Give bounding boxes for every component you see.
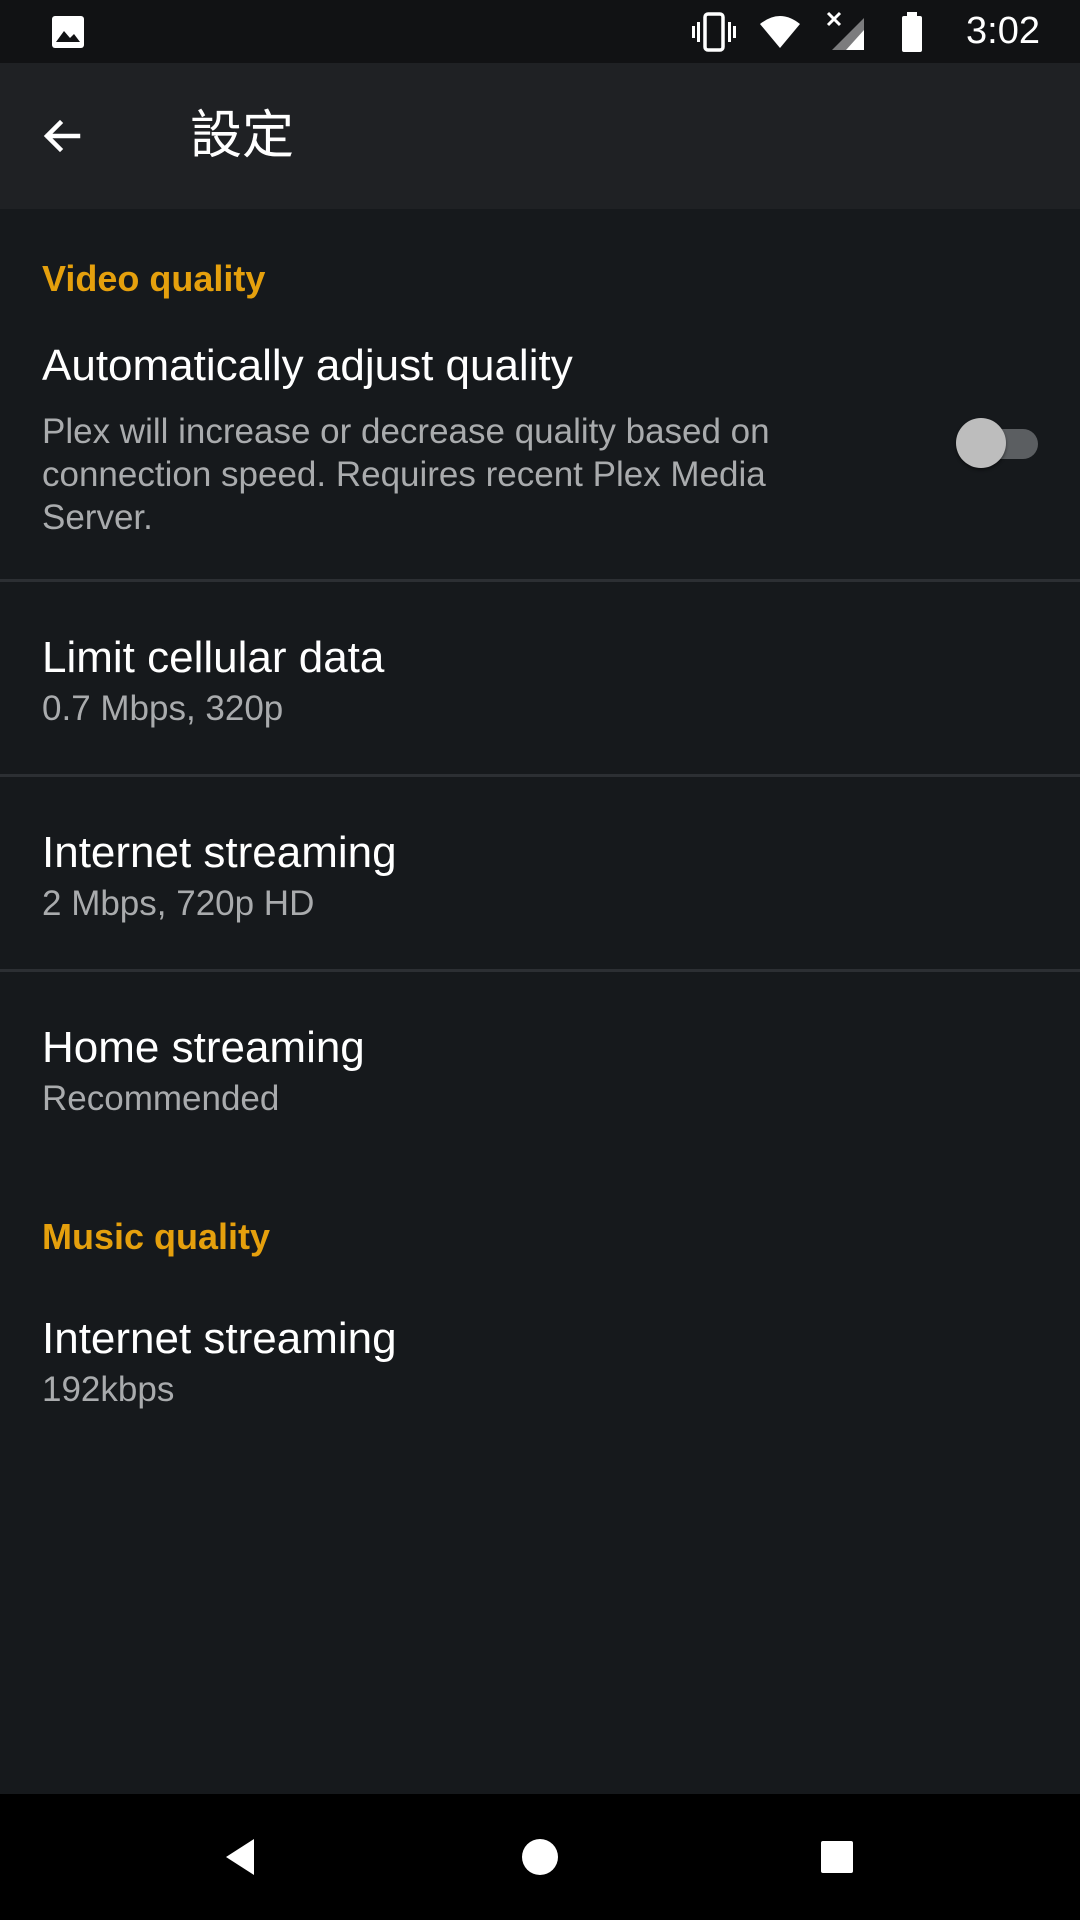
pref-limit-cellular-data[interactable]: Limit cellular data 0.7 Mbps, 320p <box>0 632 1080 772</box>
home-circle-icon <box>522 1839 558 1875</box>
pref-summary: 0.7 Mbps, 320p <box>42 689 284 728</box>
cellular-no-signal-icon <box>826 11 865 50</box>
battery-icon <box>902 11 923 52</box>
section-header-music-quality: Music quality <box>42 1216 271 1257</box>
app-bar: 設定 <box>0 63 1080 209</box>
pref-summary: Plex will increase or decrease quality b… <box>42 412 770 537</box>
nav-home-button[interactable] <box>510 1827 570 1887</box>
back-triangle-icon <box>226 1839 254 1875</box>
pref-title: Automatically adjust quality <box>42 341 573 390</box>
clock-time: 3:02 <box>966 10 1040 52</box>
pref-video-internet-streaming[interactable]: Internet streaming 2 Mbps, 720p HD <box>0 827 1080 967</box>
pref-title: Home streaming <box>42 1023 365 1072</box>
toggle-thumb <box>956 418 1006 468</box>
pref-title: Limit cellular data <box>42 633 385 682</box>
divider <box>0 579 1080 582</box>
pref-summary: Recommended <box>42 1079 280 1118</box>
back-button[interactable] <box>30 104 94 168</box>
page-title: 設定 <box>190 106 295 166</box>
wifi-icon <box>760 15 801 48</box>
recents-square-icon <box>821 1841 853 1873</box>
system-navigation-bar <box>0 1794 1080 1920</box>
nav-recents-button[interactable] <box>807 1827 867 1887</box>
pref-auto-adjust-quality[interactable]: Automatically adjust quality Plex will i… <box>0 340 1080 580</box>
section-header-video-quality: Video quality <box>42 258 266 299</box>
arrow-back-icon <box>43 119 81 153</box>
divider <box>0 969 1080 972</box>
pref-summary: 192kbps <box>42 1370 175 1409</box>
pref-summary: 2 Mbps, 720p HD <box>42 884 315 923</box>
auto-adjust-quality-toggle[interactable] <box>956 418 1040 468</box>
pref-home-streaming[interactable]: Home streaming Recommended <box>0 1022 1080 1162</box>
pref-title: Internet streaming <box>42 828 397 877</box>
divider <box>0 774 1080 777</box>
settings-screen: 3:02 設定 Video quality Automatically adju… <box>0 0 1080 1920</box>
image-notification-icon <box>52 16 84 48</box>
vibrate-icon <box>692 11 737 52</box>
pref-title: Internet streaming <box>42 1314 397 1363</box>
status-bar: 3:02 <box>0 0 1080 63</box>
pref-music-internet-streaming[interactable]: Internet streaming 192kbps <box>0 1313 1080 1453</box>
nav-back-button[interactable] <box>210 1827 270 1887</box>
